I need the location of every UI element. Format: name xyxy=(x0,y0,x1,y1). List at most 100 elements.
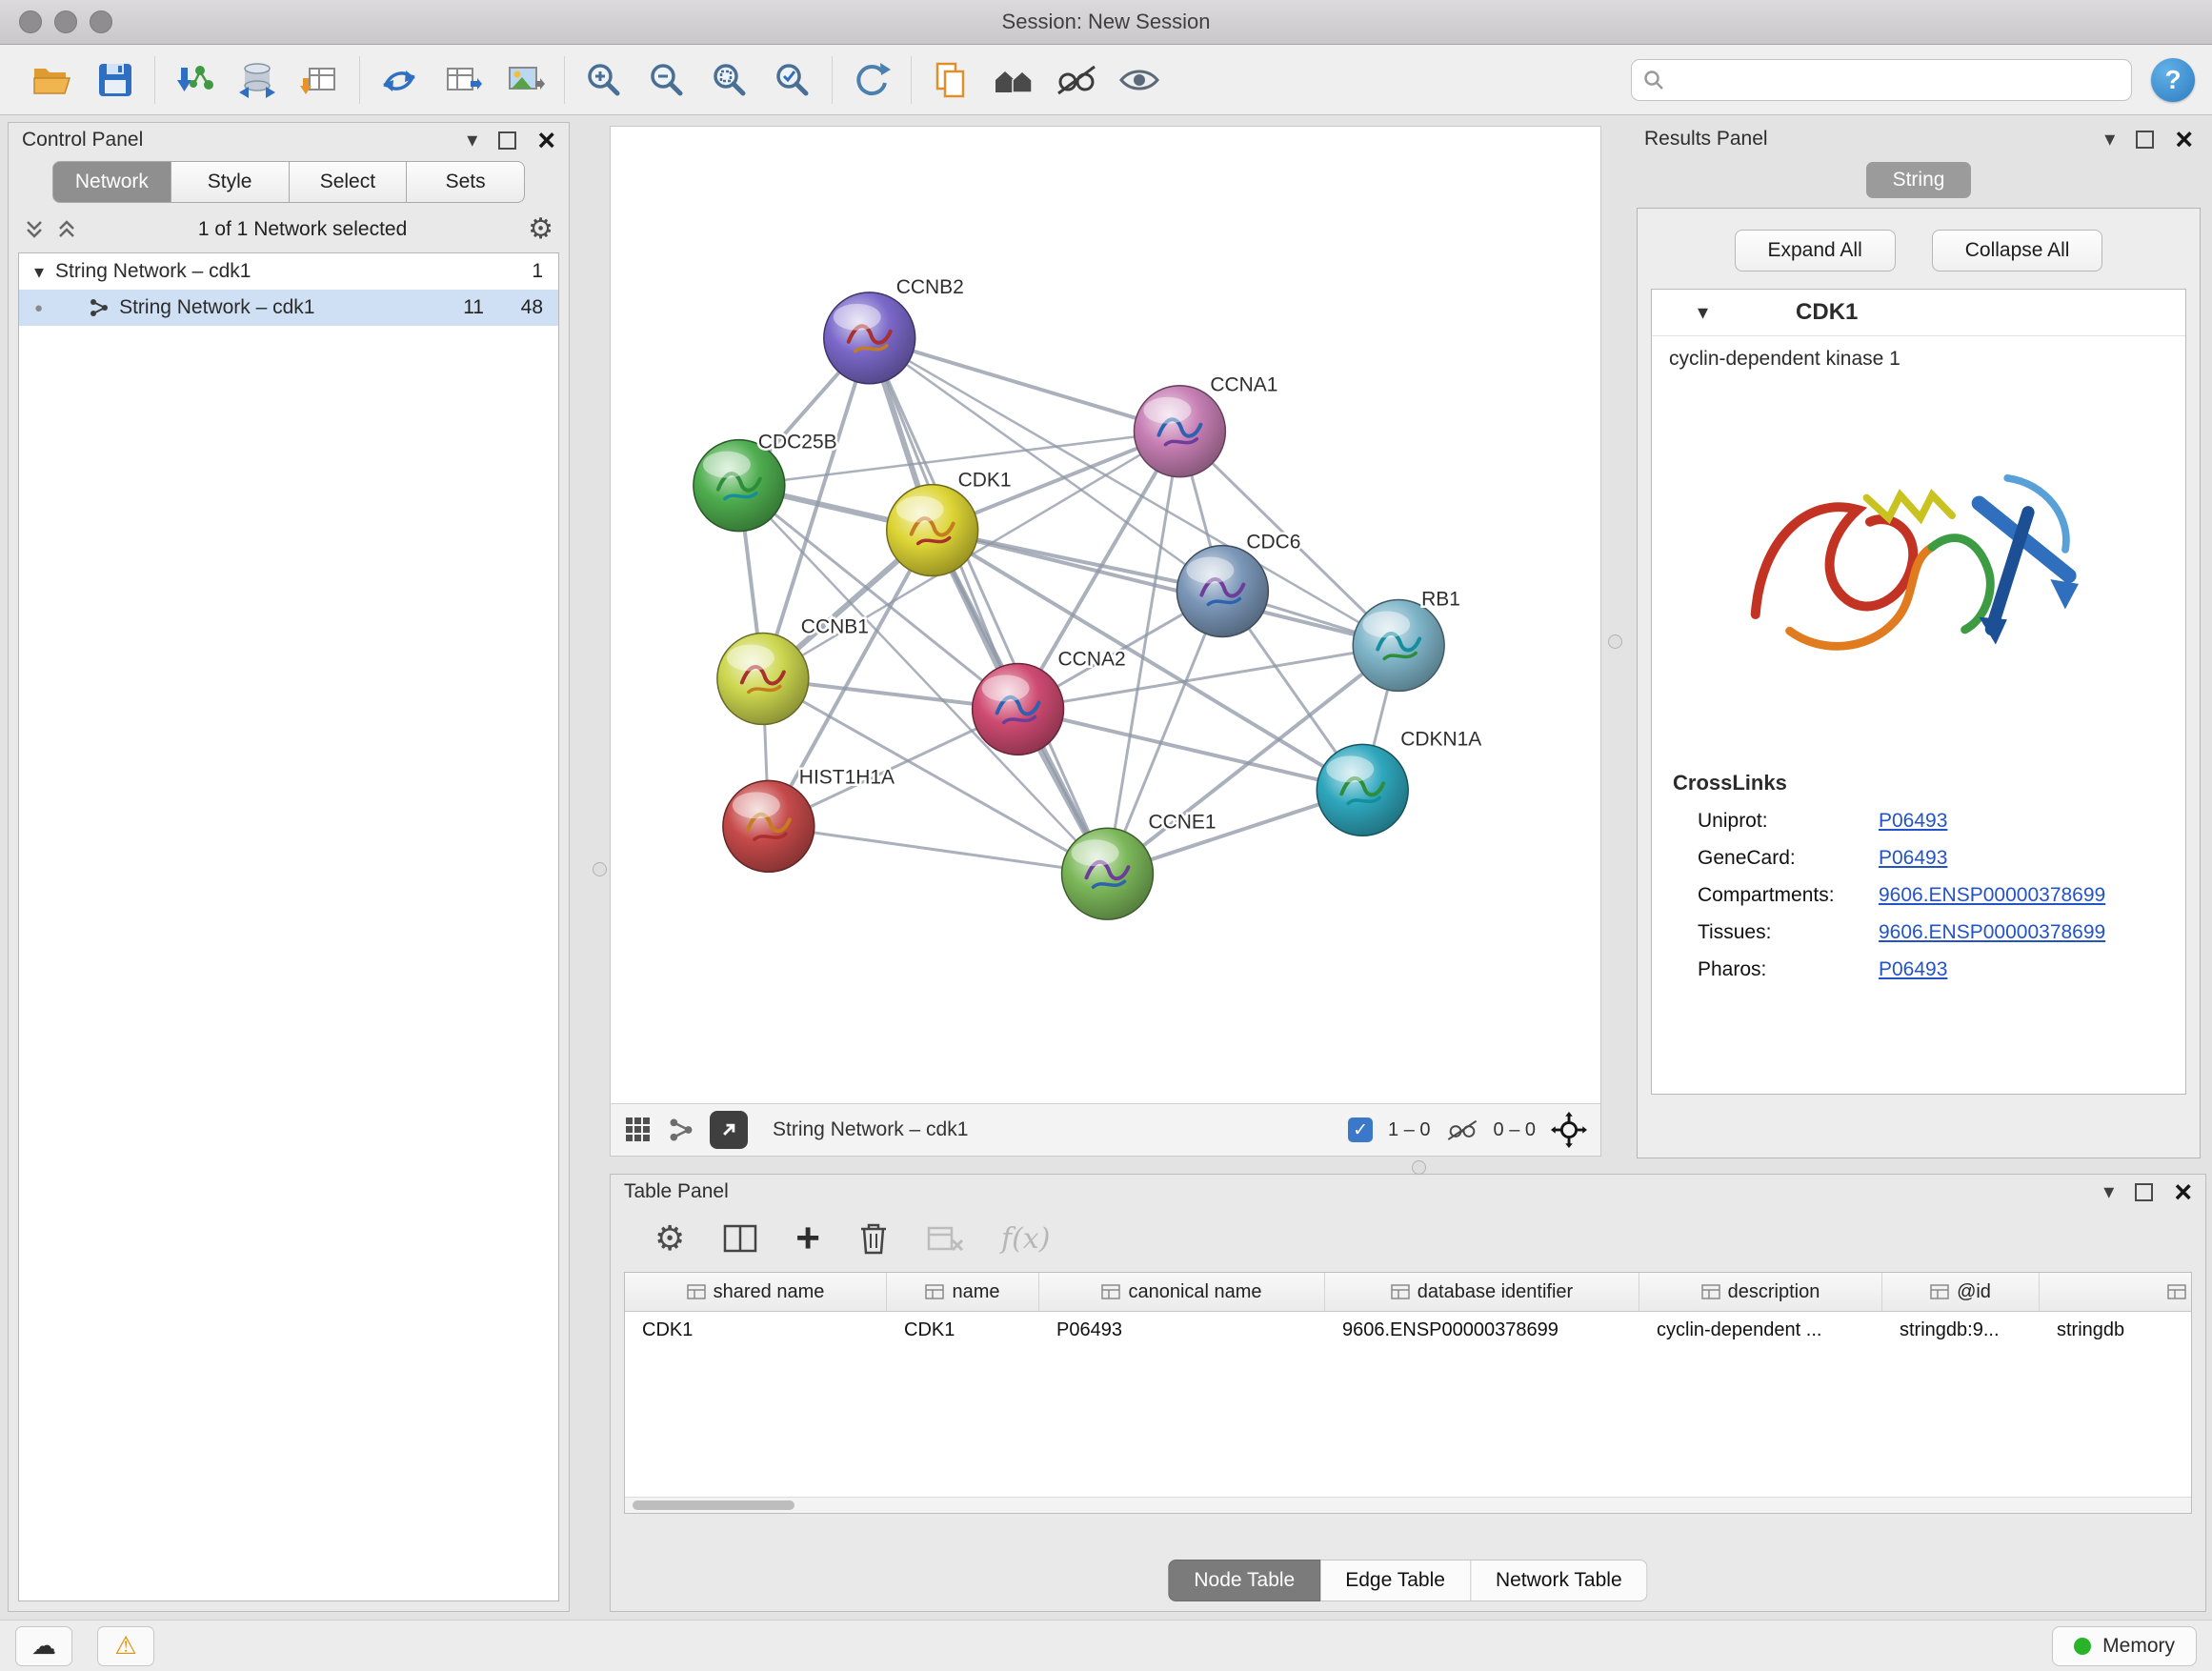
gear-icon[interactable]: ⚙ xyxy=(528,215,553,244)
export-table-icon[interactable] xyxy=(436,54,488,106)
network-edge-CCNB2-CCNA1[interactable] xyxy=(870,338,1180,432)
scrollbar-thumb[interactable] xyxy=(633,1500,794,1510)
tree-expand-icon[interactable]: ▾ xyxy=(34,260,44,284)
panel-close-icon[interactable]: × xyxy=(537,125,555,155)
column-header-description[interactable]: description xyxy=(1639,1273,1882,1311)
hide-glasses-icon[interactable] xyxy=(1051,54,1102,106)
panel-collapse-icon[interactable]: ▾ xyxy=(2104,129,2115,150)
help-button[interactable]: ? xyxy=(2151,58,2195,102)
apply-layout-icon[interactable] xyxy=(846,54,897,106)
table-cell[interactable]: P06493 xyxy=(1039,1319,1325,1341)
import-network-database-icon[interactable] xyxy=(231,54,283,106)
section-collapse-icon[interactable]: ▾ xyxy=(1698,300,1708,325)
network-collection-row[interactable]: ▾ String Network – cdk1 1 xyxy=(19,253,558,290)
panel-close-icon[interactable]: × xyxy=(2174,1177,2192,1207)
table-cell[interactable]: stringdb:9... xyxy=(1882,1319,2040,1341)
show-eye-icon[interactable] xyxy=(1114,54,1165,106)
network-edge-CCNA2-CDKN1A[interactable] xyxy=(1018,709,1363,790)
collapse-all-icon[interactable] xyxy=(24,219,45,240)
search-input[interactable] xyxy=(1672,68,2120,91)
network-edge-CCNB2-CCNE1[interactable] xyxy=(870,338,1108,874)
network-node-CCNA2[interactable] xyxy=(973,663,1064,755)
tab-string[interactable]: String xyxy=(1866,162,1972,198)
crosslink-value-link[interactable]: 9606.ENSP00000378699 xyxy=(1879,921,2105,944)
table-settings-gear-icon[interactable]: ⚙ xyxy=(654,1221,685,1256)
table-cell[interactable]: CDK1 xyxy=(887,1319,1039,1341)
zoom-fit-icon[interactable] xyxy=(704,54,755,106)
horizontal-scrollbar[interactable] xyxy=(625,1497,2191,1513)
import-network-file-icon[interactable] xyxy=(169,54,220,106)
search-box[interactable] xyxy=(1631,59,2132,101)
column-header-shared-name[interactable]: shared name xyxy=(625,1273,887,1311)
string-home-icon[interactable] xyxy=(988,54,1039,106)
crosslink-value-link[interactable]: P06493 xyxy=(1879,847,1947,870)
export-image-icon[interactable] xyxy=(499,54,551,106)
network-node-CDKN1A[interactable] xyxy=(1317,744,1408,836)
window-close-button[interactable] xyxy=(19,10,42,33)
panel-float-icon[interactable] xyxy=(2135,1183,2153,1201)
panel-float-icon[interactable] xyxy=(2136,131,2154,149)
crosslink-value-link[interactable]: P06493 xyxy=(1879,958,1947,981)
network-node-CDC25B[interactable] xyxy=(694,440,785,532)
network-edge-HIST1H1A-CCNE1[interactable] xyxy=(769,826,1108,874)
network-node-RB1[interactable] xyxy=(1353,600,1444,692)
network-node-CCNA1[interactable] xyxy=(1134,386,1225,477)
add-column-icon[interactable]: + xyxy=(795,1221,820,1255)
collapse-all-button[interactable]: Collapse All xyxy=(1932,230,2103,272)
tab-sets[interactable]: Sets xyxy=(407,161,525,203)
window-zoom-button[interactable] xyxy=(90,10,112,33)
show-columns-icon[interactable] xyxy=(723,1224,757,1253)
network-node-CCNB2[interactable] xyxy=(824,292,915,384)
memory-button[interactable]: Memory xyxy=(2052,1626,2197,1666)
save-session-icon[interactable] xyxy=(90,54,141,106)
network-node-HIST1H1A[interactable] xyxy=(723,780,814,872)
crosslink-value-link[interactable]: 9606.ENSP00000378699 xyxy=(1879,884,2105,907)
splitter-handle[interactable] xyxy=(1608,634,1622,649)
tab-node-table[interactable]: Node Table xyxy=(1168,1560,1320,1601)
import-table-file-icon[interactable] xyxy=(294,54,346,106)
copy-document-icon[interactable] xyxy=(925,54,976,106)
column-header-namespace[interactable]: namespace xyxy=(2040,1273,2192,1311)
tab-network[interactable]: Network xyxy=(52,161,171,203)
pan-crosshair-icon[interactable] xyxy=(1551,1112,1587,1148)
zoom-selected-icon[interactable] xyxy=(767,54,818,106)
column-header-canonical-name[interactable]: canonical name xyxy=(1039,1273,1325,1311)
network-node-CCNB1[interactable] xyxy=(717,633,809,724)
tab-edge-table[interactable]: Edge Table xyxy=(1320,1560,1471,1601)
network-node-CCNE1[interactable] xyxy=(1062,828,1154,919)
table-cell[interactable]: 9606.ENSP00000378699 xyxy=(1325,1319,1639,1341)
hidden-elements-icon[interactable] xyxy=(1446,1118,1478,1141)
network-canvas[interactable]: CCNB2CCNA1CDC25BCDK1CDC6RB1CCNB1CCNA2CDK… xyxy=(611,127,1600,1103)
expand-all-button[interactable]: Expand All xyxy=(1735,230,1896,272)
network-node-CDK1[interactable] xyxy=(887,485,978,576)
tab-network-table[interactable]: Network Table xyxy=(1471,1560,1648,1601)
warnings-button[interactable]: ⚠ xyxy=(97,1626,154,1666)
window-minimize-button[interactable] xyxy=(54,10,77,33)
panel-close-icon[interactable]: × xyxy=(2175,124,2193,154)
zoom-in-icon[interactable] xyxy=(578,54,630,106)
expand-all-icon[interactable] xyxy=(56,219,77,240)
zoom-out-icon[interactable] xyxy=(641,54,693,106)
export-view-button[interactable] xyxy=(710,1111,748,1149)
table-cell[interactable]: cyclin-dependent ... xyxy=(1639,1319,1882,1341)
column-header-database-identifier[interactable]: database identifier xyxy=(1325,1273,1639,1311)
crosslink-value-link[interactable]: P06493 xyxy=(1879,810,1947,833)
panel-collapse-icon[interactable]: ▾ xyxy=(2103,1181,2114,1202)
open-session-icon[interactable] xyxy=(27,54,78,106)
tab-style[interactable]: Style xyxy=(171,161,290,203)
export-network-icon[interactable] xyxy=(373,54,425,106)
panel-collapse-icon[interactable]: ▾ xyxy=(467,130,477,151)
delete-column-trash-icon[interactable] xyxy=(858,1221,889,1256)
column-header-name[interactable]: name xyxy=(887,1273,1039,1311)
birds-eye-view-icon[interactable] xyxy=(624,1116,653,1144)
table-cell[interactable]: CDK1 xyxy=(625,1319,887,1341)
network-overview-icon[interactable] xyxy=(668,1117,694,1143)
network-row-selected[interactable]: ● String Network – cdk1 11 48 xyxy=(19,290,558,326)
column-header--id[interactable]: @id xyxy=(1882,1273,2040,1311)
selected-checkbox-icon[interactable]: ✓ xyxy=(1348,1117,1373,1142)
table-cell[interactable]: stringdb xyxy=(2040,1319,2192,1341)
network-node-CDC6[interactable] xyxy=(1176,546,1268,637)
splitter-handle[interactable] xyxy=(593,862,607,876)
tab-select[interactable]: Select xyxy=(290,161,408,203)
cloud-button[interactable]: ☁ xyxy=(15,1626,72,1666)
